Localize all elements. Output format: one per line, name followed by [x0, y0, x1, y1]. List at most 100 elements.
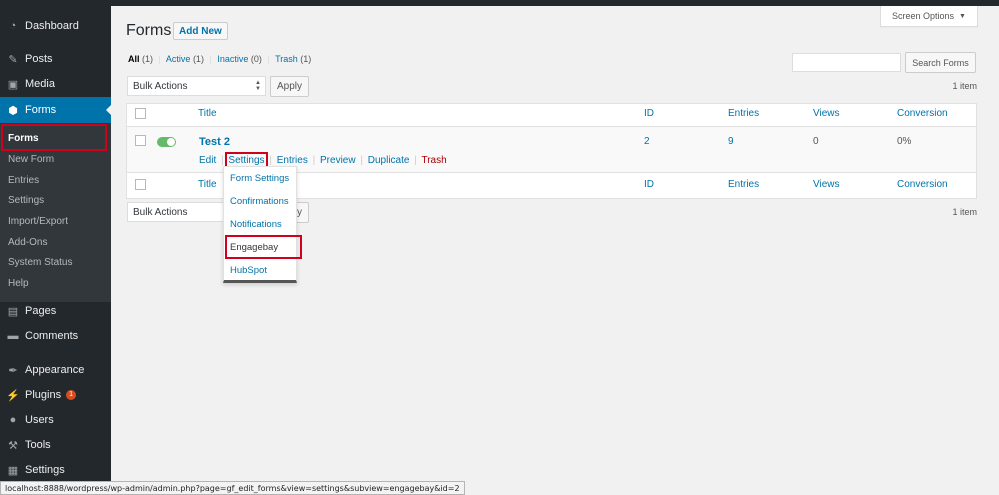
- highlight-box-engagebay: [225, 235, 302, 259]
- submenu-item-add-ons[interactable]: Add-Ons: [8, 237, 47, 248]
- bulk-actions-select-top[interactable]: Bulk Actions ▲ ▼: [127, 76, 266, 96]
- bulk-actions-value: Bulk Actions: [133, 206, 188, 218]
- sidebar-item-label: Posts: [25, 53, 53, 65]
- column-footer-entries[interactable]: Entries: [728, 179, 759, 190]
- column-footer-conversion[interactable]: Conversion: [897, 179, 948, 190]
- entries-link[interactable]: Entries: [277, 155, 308, 166]
- filter-active-count: (1): [192, 54, 204, 64]
- bulk-actions-value: Bulk Actions: [133, 80, 188, 92]
- screen-options-label: Screen Options: [892, 11, 955, 21]
- search-forms-button[interactable]: Search Forms: [905, 52, 976, 73]
- duplicate-link[interactable]: Duplicate: [368, 155, 410, 166]
- action-separator: |: [312, 155, 316, 166]
- cell-id[interactable]: 2: [644, 136, 650, 147]
- search-forms-input[interactable]: [792, 53, 901, 72]
- main-content: Screen Options ▼ Forms Add New All (1) |…: [111, 6, 999, 495]
- user-icon: ●: [9, 414, 17, 426]
- pages-icon: ▤: [7, 305, 19, 318]
- action-separator: |: [269, 155, 272, 166]
- preview-link[interactable]: Preview: [320, 155, 356, 166]
- action-separator: |: [414, 155, 417, 166]
- row-actions: Edit | Settings | Entries | Preview | Du…: [199, 152, 447, 169]
- active-toggle[interactable]: [157, 137, 176, 147]
- sidebar-item-label: Settings: [25, 464, 65, 476]
- select-arrows-icon: ▲▼: [255, 80, 261, 92]
- sidebar-item-settings[interactable]: ▦ Settings: [0, 457, 111, 483]
- sidebar-item-plugins[interactable]: ⚡ Plugins 1: [0, 382, 111, 408]
- browser-status-bar-url: localhost:8888/wordpress/wp-admin/admin.…: [0, 481, 465, 495]
- filter-inactive-count: (0): [250, 54, 262, 64]
- brush-icon: ✒: [8, 364, 18, 377]
- sidebar-item-dashboard[interactable]: ◔ Dashboard: [0, 13, 111, 39]
- row-checkbox[interactable]: [135, 135, 146, 146]
- settings-dropdown-menu: Form Settings Confirmations Notification…: [223, 166, 302, 283]
- sidebar-item-posts[interactable]: ✎ Posts: [0, 46, 111, 72]
- sidebar-item-users[interactable]: ● Users: [0, 407, 111, 433]
- sidebar-item-appearance[interactable]: ✒ Appearance: [0, 357, 111, 383]
- sidebar-item-tools[interactable]: ⚒ Tools: [0, 432, 111, 458]
- column-footer-id[interactable]: ID: [644, 179, 654, 190]
- dropdown-item-form-settings[interactable]: Form Settings: [230, 173, 289, 184]
- submenu-item-new-form[interactable]: New Form: [8, 154, 54, 165]
- submenu-item-settings[interactable]: Settings: [8, 195, 44, 206]
- filter-inactive-link[interactable]: Inactive: [217, 54, 248, 64]
- submenu-item-import-export[interactable]: Import/Export: [8, 216, 68, 227]
- dropdown-item-confirmations[interactable]: Confirmations: [230, 196, 289, 207]
- column-header-title[interactable]: Title: [198, 108, 217, 119]
- trash-link[interactable]: Trash: [421, 155, 446, 166]
- settings-icon: ▦: [7, 464, 19, 477]
- filter-all-link[interactable]: All: [128, 54, 140, 64]
- column-header-views[interactable]: Views: [813, 108, 840, 119]
- comments-icon: ▬: [7, 330, 19, 342]
- filter-separator: |: [209, 54, 212, 64]
- filter-active-link[interactable]: Active: [166, 54, 191, 64]
- select-all-checkbox[interactable]: [135, 108, 146, 119]
- sidebar-item-label: Appearance: [25, 364, 85, 376]
- submenu-item-help[interactable]: Help: [8, 278, 29, 289]
- form-title-link[interactable]: Test 2: [199, 136, 230, 148]
- settings-link[interactable]: Settings: [225, 152, 268, 169]
- filter-all-count: (1): [142, 54, 154, 64]
- apply-button-top[interactable]: Apply: [270, 76, 309, 97]
- wrench-icon: ⚒: [8, 439, 18, 452]
- column-header-id[interactable]: ID: [644, 108, 654, 119]
- screen-options-button[interactable]: Screen Options ▼: [880, 6, 978, 27]
- select-all-checkbox-footer[interactable]: [135, 179, 146, 190]
- gravity-forms-icon: ⬢: [8, 104, 18, 117]
- sidebar-item-label: Dashboard: [25, 20, 79, 32]
- dropdown-item-hubspot[interactable]: HubSpot: [230, 265, 267, 276]
- cell-conversion: 0%: [897, 136, 912, 147]
- items-count-bottom: 1 item: [952, 207, 977, 217]
- sidebar-item-label: Media: [25, 78, 55, 90]
- sidebar-item-label: Users: [25, 414, 54, 426]
- filter-trash-link[interactable]: Trash: [275, 54, 298, 64]
- column-header-entries[interactable]: Entries: [728, 108, 759, 119]
- items-count-top: 1 item: [952, 81, 977, 91]
- plugin-icon: ⚡: [6, 389, 20, 402]
- sidebar-item-label: Comments: [25, 330, 79, 342]
- update-count-badge: 1: [66, 390, 77, 400]
- sidebar-item-pages[interactable]: ▤ Pages: [0, 298, 111, 324]
- filter-separator: |: [158, 54, 161, 64]
- sidebar-item-comments[interactable]: ▬ Comments: [0, 323, 111, 349]
- filter-trash-count: (1): [300, 54, 312, 64]
- sidebar-item-media[interactable]: ▣ Media: [0, 71, 111, 97]
- dropdown-item-notifications[interactable]: Notifications: [230, 219, 282, 230]
- column-footer-views[interactable]: Views: [813, 179, 840, 190]
- sidebar-item-forms[interactable]: ⬢ Forms: [0, 97, 111, 123]
- sidebar-item-label: Pages: [25, 305, 57, 317]
- add-new-button[interactable]: Add New: [173, 22, 228, 40]
- cell-views: 0: [813, 136, 819, 147]
- sidebar-item-label: Tools: [25, 439, 51, 451]
- cell-entries[interactable]: 9: [728, 136, 734, 147]
- column-header-conversion[interactable]: Conversion: [897, 108, 948, 119]
- caret-down-icon: ▼: [959, 12, 966, 20]
- column-footer-title[interactable]: Title: [198, 179, 217, 190]
- submenu-item-system-status[interactable]: System Status: [8, 257, 72, 268]
- sidebar-item-label: Plugins: [25, 389, 62, 401]
- submenu-item-entries[interactable]: Entries: [8, 175, 39, 186]
- media-icon: ▣: [7, 78, 19, 91]
- status-filter-links: All (1) | Active (1) | Inactive (0) | Tr…: [128, 54, 311, 64]
- edit-link[interactable]: Edit: [199, 155, 216, 166]
- admin-sidebar: ◔ Dashboard ✎ Posts ▣ Media ⬢ Forms Form…: [0, 6, 111, 495]
